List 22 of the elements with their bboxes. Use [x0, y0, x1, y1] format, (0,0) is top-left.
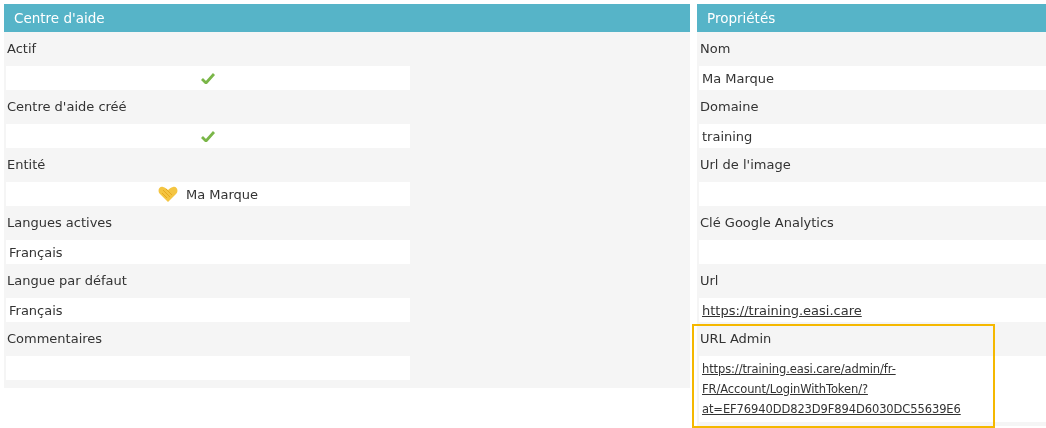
- checkmark-icon: [201, 72, 215, 84]
- panel-header: Centre d'aide: [4, 4, 690, 32]
- field-value: Français: [9, 244, 63, 260]
- entity-name: Ma Marque: [185, 186, 259, 202]
- field-label: Clé Google Analytics: [699, 214, 835, 232]
- field-label: Entité: [6, 156, 47, 174]
- field-label: Langues actives: [6, 214, 114, 232]
- panel-header: Propriétés: [697, 4, 1046, 32]
- field-label: Url: [699, 272, 720, 290]
- field-label: Commentaires: [6, 330, 104, 348]
- field-label: Url de l'image: [699, 156, 792, 174]
- field-label: Actif: [6, 40, 38, 58]
- field-label: Langue par défaut: [6, 272, 128, 290]
- checkmark-icon: [201, 130, 215, 142]
- field-label: URL Admin: [699, 330, 773, 348]
- field-value: Ma Marque: [702, 70, 775, 86]
- field-value: training: [702, 128, 753, 144]
- heart-icon: [157, 185, 178, 203]
- field-label: Domaine: [699, 98, 760, 116]
- field-value: Français: [9, 302, 63, 318]
- field-label: Nom: [699, 40, 732, 58]
- field-label: Centre d'aide créé: [6, 98, 128, 116]
